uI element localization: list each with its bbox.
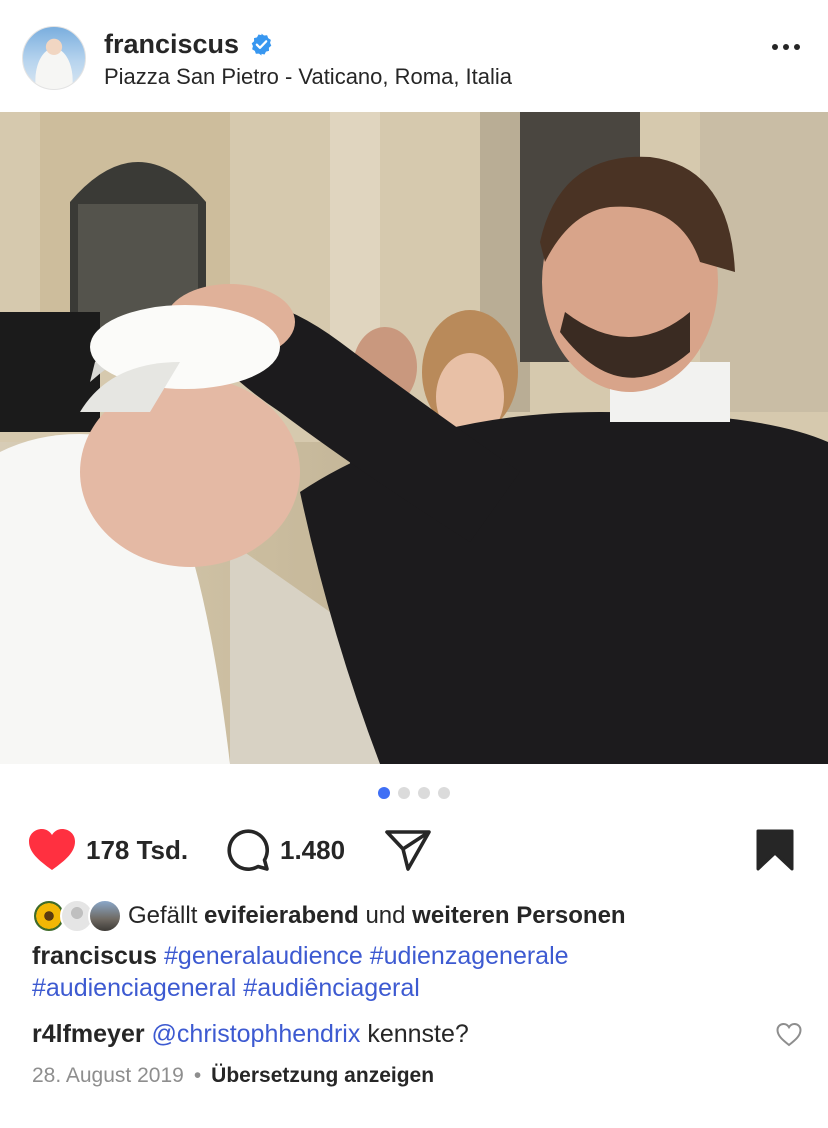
- like-button[interactable]: 178 Tsd.: [28, 822, 188, 878]
- share-button[interactable]: [384, 822, 432, 878]
- likes-summary[interactable]: Gefällt evifeierabend und weiteren Perso…: [32, 898, 626, 934]
- hashtag-link[interactable]: #audienciageneral: [32, 974, 236, 1002]
- carousel-dot-3: [418, 787, 430, 799]
- likes-connector: und: [365, 902, 406, 929]
- username-link[interactable]: franciscus: [104, 29, 239, 60]
- carousel-dot-4: [438, 787, 450, 799]
- likes-others-link[interactable]: weiteren Personen: [412, 902, 625, 929]
- liker-avatars: [32, 899, 122, 933]
- heart-filled-icon: [29, 829, 75, 870]
- meta-separator: •: [193, 1064, 202, 1087]
- liker-avatar-3: [88, 899, 122, 933]
- caption-username-link[interactable]: franciscus: [32, 942, 157, 970]
- carousel-indicator: [0, 787, 828, 799]
- bookmark-filled-icon: [756, 829, 794, 871]
- translate-button[interactable]: Übersetzung anzeigen: [211, 1064, 434, 1088]
- carousel-dot-1: [378, 787, 390, 799]
- liker-username-link[interactable]: evifeierabend: [204, 902, 359, 929]
- more-options-icon[interactable]: [772, 44, 800, 50]
- post-photo[interactable]: [0, 112, 828, 764]
- comment-item: r4lfmeyer @christophhendrix kennste?: [32, 1018, 772, 1050]
- verified-badge-icon: [251, 33, 272, 55]
- carousel-dot-2: [398, 787, 410, 799]
- hashtag-link[interactable]: #udienzagenerale: [370, 942, 569, 970]
- save-button[interactable]: [756, 822, 794, 878]
- post-caption: franciscus #generalaudience #udienzagene…: [32, 940, 772, 1004]
- post-header: franciscus Piazza San Pietro - Vaticano,…: [0, 0, 828, 112]
- comment-username-link[interactable]: r4lfmeyer: [32, 1020, 145, 1048]
- location-link[interactable]: Piazza San Pietro - Vaticano, Roma, Ital…: [104, 64, 512, 90]
- action-bar: 178 Tsd. 1.480: [0, 822, 828, 878]
- profile-avatar[interactable]: [22, 26, 86, 90]
- likes-text: Gefällt evifeierabend und weiteren Perso…: [128, 902, 626, 930]
- comment-like-heart-icon[interactable]: [776, 1022, 802, 1048]
- likes-prefix: Gefällt: [128, 902, 198, 929]
- paper-plane-icon: [385, 830, 431, 871]
- hashtag-link[interactable]: #audiênciageral: [243, 974, 420, 1002]
- post-meta: 28. August 2019 • Übersetzung anzeigen: [32, 1064, 434, 1088]
- hashtag-link[interactable]: #generalaudience: [164, 942, 363, 970]
- comment-count[interactable]: 1.480: [280, 835, 345, 866]
- photo-illustration: [0, 112, 828, 764]
- comment-text: kennste?: [367, 1020, 469, 1048]
- comment-mention-link[interactable]: @christophhendrix: [152, 1020, 361, 1048]
- comment-bubble-icon: [227, 829, 270, 872]
- comment-button[interactable]: 1.480: [226, 822, 345, 878]
- username-row: franciscus: [104, 28, 274, 60]
- like-count[interactable]: 178 Tsd.: [86, 835, 188, 866]
- post-date: 28. August 2019: [32, 1064, 184, 1087]
